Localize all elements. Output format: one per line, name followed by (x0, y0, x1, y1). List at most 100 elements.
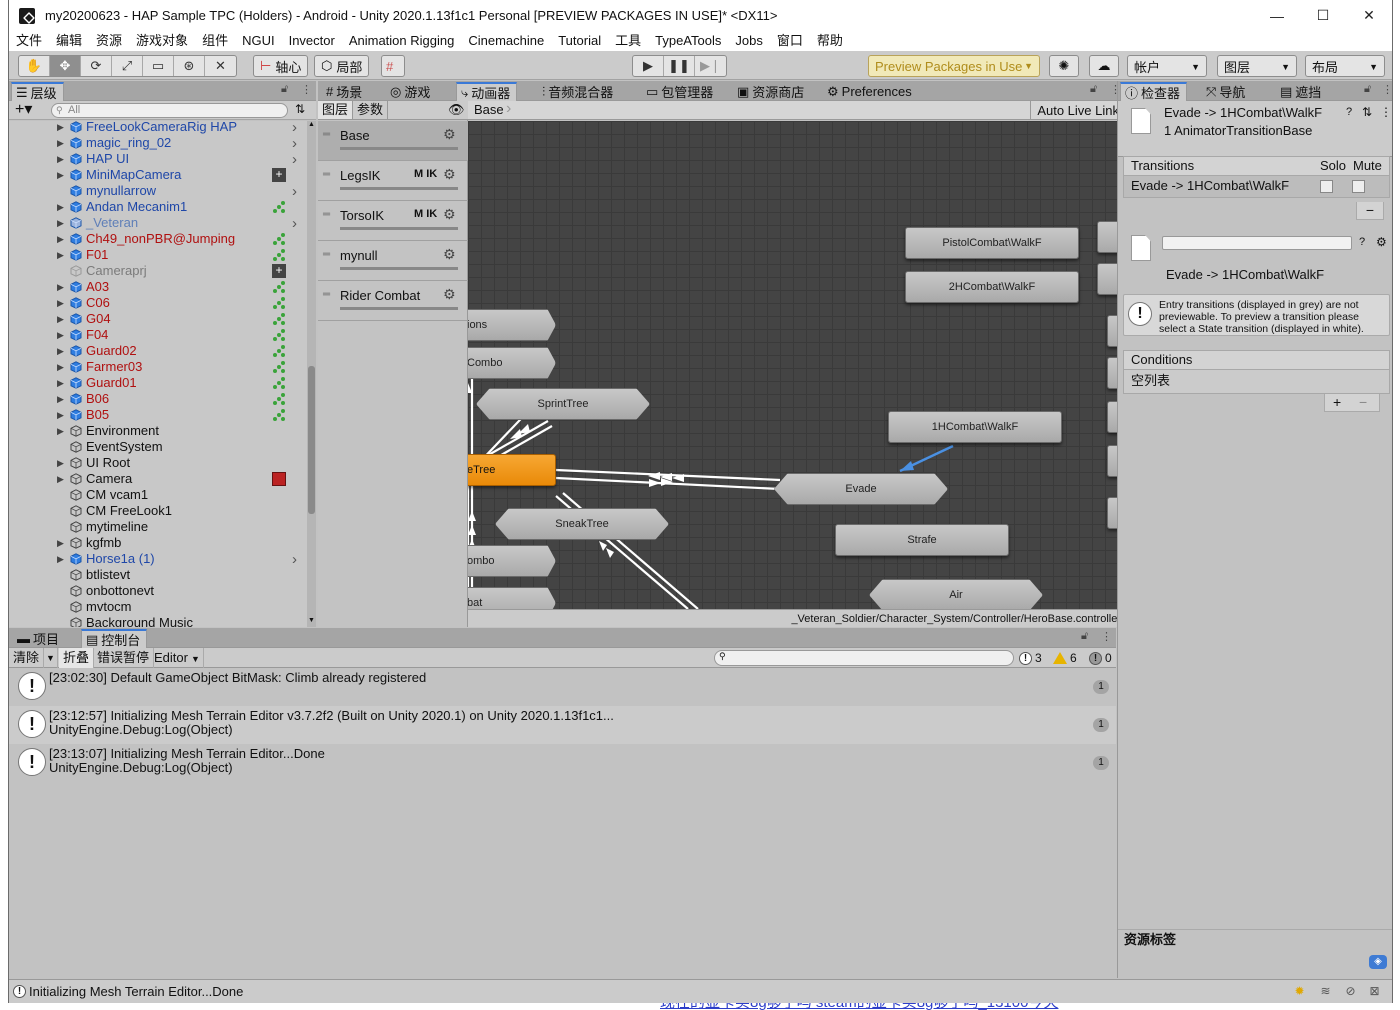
expand-arrow-icon[interactable]: ▶ (57, 234, 64, 245)
lock-icon[interactable]: 🔓︎ (1090, 83, 1097, 96)
state-node-pistolcombat-walkf[interactable]: PistolCombat\WalkF (905, 227, 1079, 259)
add-component-icon[interactable]: + (272, 264, 286, 278)
tab-parameters[interactable]: 参数 (353, 101, 389, 119)
transition-row[interactable]: Evade -> 1HCombat\WalkF (1123, 176, 1390, 198)
drag-handle-icon[interactable]: ═ (323, 209, 330, 220)
expand-arrow-icon[interactable]: ▶ (57, 282, 64, 293)
menu-invector[interactable]: Invector (282, 31, 342, 51)
remove-condition-button[interactable]: − (1359, 394, 1367, 410)
gear-icon[interactable]: ⚙ (1376, 235, 1387, 249)
menu-help[interactable]: 帮助 (810, 31, 850, 51)
clear-button[interactable]: 清除 (9, 648, 45, 668)
close-button[interactable]: ✕ (1346, 0, 1392, 31)
custom-tool-icon[interactable]: ✕ (205, 56, 236, 76)
more-options-icon[interactable]: ⋮ (1380, 105, 1392, 119)
layers-stack-icon[interactable]: ≋ (1318, 984, 1333, 999)
collab-button[interactable]: ✺ (1049, 55, 1079, 77)
expand-arrow-icon[interactable]: ▶ (57, 218, 64, 229)
hierarchy-search-input[interactable]: ⚲ All (51, 103, 288, 118)
tab-package-manager[interactable]: ▭ 包管理器 (642, 82, 719, 101)
local-toggle[interactable]: ⬡ 局部 (314, 55, 370, 77)
hierarchy-item[interactable]: ▶ Horse1a (1) › (9, 551, 307, 568)
state-node-combo[interactable]: Combo (468, 347, 556, 379)
error-count-toggle[interactable]: ! 0 (1089, 648, 1112, 668)
status-message[interactable]: Initializing Mesh Terrain Editor...Done (29, 984, 243, 999)
hierarchy-item[interactable]: mytimeline (9, 519, 307, 535)
menu-component[interactable]: 组件 (195, 31, 235, 51)
menu-assets[interactable]: 资源 (89, 31, 129, 51)
tab-hierarchy[interactable]: ☰ 层级 (11, 82, 64, 101)
layer-item[interactable]: ═ Base ⚙ (318, 121, 468, 161)
add-object-button[interactable]: +▾ (15, 101, 32, 119)
more-options-icon[interactable]: ⋮ (1382, 83, 1393, 96)
lock-icon[interactable]: 🔓︎ (281, 83, 288, 96)
hierarchy-item[interactable]: ▶ Andan Mecanim1 (9, 199, 307, 215)
hierarchy-item[interactable]: CM FreeLook1 (9, 503, 307, 519)
info-count-toggle[interactable]: ! 3 (1019, 648, 1042, 668)
rotate-tool-icon[interactable]: ⟳ (81, 56, 112, 76)
scale-tool-icon[interactable]: ⤢ (112, 56, 143, 76)
breadcrumb-base[interactable]: Base (474, 102, 504, 117)
tab-project[interactable]: ▬ 项目 (13, 629, 65, 648)
hierarchy-item[interactable]: ▶ Ch49_nonPBR@Jumping (9, 231, 307, 247)
hierarchy-item[interactable]: ▶ UI Root (9, 455, 307, 471)
open-prefab-chevron-icon[interactable]: › (292, 183, 297, 200)
layers-dropdown[interactable]: 图层 ▼ (1217, 55, 1297, 77)
hierarchy-item[interactable]: ▶ magic_ring_02 › (9, 135, 307, 152)
auto-live-link-toggle[interactable]: Auto Live Link (1030, 101, 1125, 120)
state-node-1hcombat-walkf[interactable]: 1HCombat\WalkF (888, 411, 1062, 443)
open-prefab-chevron-icon[interactable]: › (292, 121, 297, 136)
state-node-ions[interactable]: ions (468, 309, 556, 341)
preset-icon[interactable]: ⇅ (1362, 105, 1372, 119)
hierarchy-item[interactable]: ▶ Camera (9, 471, 307, 487)
hierarchy-item[interactable]: ▶ B06 (9, 391, 307, 407)
clear-options-dropdown[interactable]: ▼ (42, 648, 58, 668)
tab-console[interactable]: ▤ 控制台 (81, 629, 148, 648)
state-node-bat[interactable]: bat (468, 587, 556, 609)
expand-arrow-icon[interactable]: ▶ (57, 202, 64, 213)
expand-arrow-icon[interactable]: ▶ (57, 314, 64, 325)
drag-handle-icon[interactable]: ═ (323, 289, 330, 300)
gear-icon[interactable]: ⚙ (443, 246, 456, 263)
hierarchy-item[interactable]: ▶ Guard01 (9, 375, 307, 391)
move-tool-icon[interactable]: ✥ (50, 56, 81, 76)
preview-packages-dropdown[interactable]: Preview Packages in Use ▼ (868, 55, 1040, 77)
more-options-icon[interactable]: ⋮ (301, 83, 312, 96)
rect-tool-icon[interactable]: ▭ (143, 56, 174, 76)
hierarchy-item[interactable]: ▶ A03 (9, 279, 307, 295)
menu-ngui[interactable]: NGUI (235, 31, 282, 51)
cloud-button[interactable]: ☁ (1089, 55, 1119, 77)
help-icon[interactable]: ? (1359, 236, 1365, 248)
hierarchy-item[interactable]: ▶ G04 (9, 311, 307, 327)
menu-edit[interactable]: 编辑 (49, 31, 89, 51)
error-pause-toggle[interactable]: 错误暂停 (93, 648, 155, 668)
help-icon[interactable]: ? (1346, 106, 1352, 118)
expand-arrow-icon[interactable]: ▶ (57, 538, 64, 549)
add-condition-button[interactable]: + (1333, 394, 1341, 410)
hierarchy-item[interactable]: ▶ F01 (9, 247, 307, 263)
open-prefab-chevron-icon[interactable]: › (292, 135, 297, 152)
menu-tutorial[interactable]: Tutorial (551, 31, 608, 51)
hand-tool-icon[interactable]: ✋ (19, 56, 50, 76)
tab-layers[interactable]: 图层 (318, 101, 354, 119)
state-node-etree-selected[interactable]: eTree (468, 454, 556, 486)
layout-dropdown[interactable]: 布局 ▼ (1305, 55, 1385, 77)
hierarchy-item[interactable]: ▶ B05 (9, 407, 307, 423)
menu-window[interactable]: 窗口 (770, 31, 810, 51)
tab-audio-mixer[interactable]: ⫶ 音频混合器 (538, 82, 619, 101)
expand-arrow-icon[interactable]: ▶ (57, 458, 64, 469)
tab-asset-store[interactable]: ▣ 资源商店 (733, 82, 810, 101)
play-button[interactable]: ▶ (633, 56, 664, 76)
pivot-toggle[interactable]: ⊢ 轴心 (253, 55, 309, 77)
hierarchy-item[interactable]: ▶ MiniMapCamera + (9, 167, 307, 183)
pause-button[interactable]: ❚❚ (664, 56, 695, 76)
hierarchy-item[interactable]: ▶ _Veteran › (9, 215, 307, 232)
gear-icon[interactable]: ⚙ (443, 206, 456, 223)
account-dropdown[interactable]: 帐户 ▼ (1127, 55, 1207, 77)
console-log-entry[interactable]: ! [23:12:57] Initializing Mesh Terrain Ed… (9, 706, 1116, 744)
expand-arrow-icon[interactable]: ▶ (57, 474, 64, 485)
transform-tool-icon[interactable]: ⊛ (174, 56, 205, 76)
hierarchy-item[interactable]: ▶ F04 (9, 327, 307, 343)
console-log-entry[interactable]: ! [23:13:07] Initializing Mesh Terrain Ed… (9, 744, 1116, 782)
tab-occlusion[interactable]: ▤ 遮挡 (1276, 82, 1327, 101)
